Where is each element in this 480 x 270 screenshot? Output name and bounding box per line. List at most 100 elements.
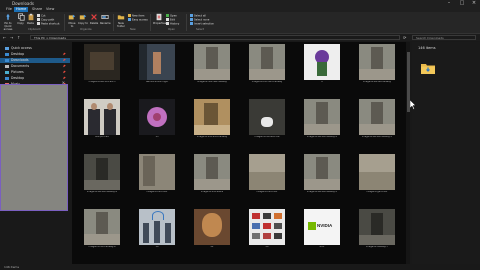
properties-button[interactable]: Properties [153,13,166,25]
up-button[interactable]: ↑ [17,34,20,41]
history-button[interactable]: History [166,22,179,26]
minimize-button[interactable]: – [443,0,455,7]
rename-label: Rename [100,22,111,25]
file-name: suit-portrait [95,136,109,138]
file-tile[interactable]: imagen4-flux-hallway-6 [76,209,128,251]
file-name: 15 [155,136,159,138]
easy-access-button[interactable]: Easy access [128,18,148,22]
overlay-window[interactable]: × [0,80,68,211]
file-thumbnail [84,44,120,80]
file-tile[interactable]: imagen4-flux-stairs [186,154,238,196]
file-tile[interactable]: imagen4-vactus-hallway-4 [76,154,128,196]
vertical-scrollbar[interactable] [406,42,410,268]
ribbon-separator [64,14,65,31]
file-tile[interactable]: 16 [131,209,183,251]
thumbnail-shape [252,223,260,229]
thumbnail-shape [153,113,161,121]
file-tile[interactable]: imagen4-fast-1b1-a1c5 [76,44,128,86]
item-count: 146 items [418,46,436,50]
thumbnail-shape [316,157,328,179]
file-tile[interactable]: suit-portrait [76,99,128,141]
sidebar-item[interactable]: Desktop 📌 [0,52,70,57]
thumbnail-shape [165,223,171,243]
paste-button[interactable]: Paste [26,13,35,25]
copy-path-icon [37,18,40,21]
history-icon [166,22,169,25]
thumbnail-shape [261,47,273,69]
file-tile[interactable]: imagen4-flux-sdxl-cat [241,99,293,141]
close-button[interactable]: × [468,0,480,7]
file-tile[interactable]: imagen4-vactus-hallway [351,44,403,86]
paste-shortcut-button[interactable]: Paste shortcut [37,22,60,26]
file-tile[interactable]: NVIDIA NVP [296,209,348,251]
pin-button[interactable]: Pin to Quick access [2,13,14,31]
ribbon: Pin to Quick access Copy Paste Cut Copy … [0,12,480,34]
close-icon[interactable]: × [62,80,65,85]
thumbnail-shape [96,212,108,234]
sidebar-item[interactable]: Desktop 📌 [0,76,70,81]
paste-shortcut-icon [37,22,40,25]
file-thumbnail [359,209,395,245]
file-thumbnail [304,154,340,190]
file-tile[interactable]: imagen4-gen-floor [351,154,403,196]
invert-selection-button[interactable]: Invert selection [190,22,214,26]
thumbnail-shape [371,213,383,235]
refresh-button[interactable]: ⟳ [403,34,406,41]
file-tile[interactable]: 15 [131,99,183,141]
new-folder-button[interactable]: New folder [116,13,126,28]
file-tile[interactable]: imagen4-flux-sdxl-hallway [186,99,238,141]
thumbnail-shape [139,44,147,80]
paste-label: Paste [26,22,34,25]
nvidia-logo-text: NVIDIA [317,223,333,228]
copy-icon [17,13,25,21]
file-grid: imagen4-fast-1b1-a1c5 fashion-shoot-night… [72,42,410,268]
pin-icon: 📌 [62,71,66,74]
thumbnail-shape [304,124,340,135]
copy-to-icon [79,14,87,20]
file-thumbnail [359,99,395,135]
sidebar-item[interactable]: Pictures 📌 [0,70,70,75]
file-tile[interactable]: imagen4-flux-door [131,154,183,196]
thumbnail-shape [274,223,282,229]
rename-icon [101,15,109,19]
rename-button[interactable]: Rename [100,13,111,25]
sidebar-item[interactable]: Documents 📌 [0,64,70,69]
search-input[interactable]: Search Downloads [412,35,476,40]
delete-button[interactable]: Delete [89,13,99,25]
copy-to-button[interactable]: Copy to [78,13,88,25]
back-button[interactable]: ← [3,34,6,41]
file-tile[interactable]: 20 [241,209,293,251]
maximize-button[interactable]: □ [456,0,468,7]
thumbnail-shape [104,109,116,135]
thumbnail-shape [317,62,327,76]
sidebar-item-label: Quick access [11,46,32,50]
sidebar-item[interactable]: Downloads 📌 [0,58,70,63]
address-bar[interactable]: This PC > Downloads [30,35,400,40]
forward-button[interactable]: → [10,34,13,41]
move-to-button[interactable]: Move to [67,13,77,28]
file-tile[interactable]: imagen4-vactus-hallway-3 [351,99,403,141]
thumbnail-shape [194,179,230,190]
thumbnail-shape [154,221,160,243]
file-name: imagen4-hallway-7 [366,246,388,248]
file-tile[interactable]: imagen4-vactus-hallway-2 [296,99,348,141]
file-tile[interactable]: 22 [186,209,238,251]
sidebar-item[interactable]: Quick access [0,46,70,51]
file-tile[interactable]: imagen4-flux-dev-hallway [186,44,238,86]
file-name: NVP [319,246,325,248]
file-tile[interactable]: imagen4-hallway-7 [351,209,403,251]
group-open: Open [168,28,175,31]
thumbnail-shape [206,157,218,179]
file-tile[interactable]: 8 [296,44,348,86]
copy-button[interactable]: Copy [16,13,25,25]
mouse-cursor-icon [410,100,416,110]
pin-label: Pin to Quick access [3,22,13,31]
copy-label: Copy [17,22,24,25]
file-tile[interactable]: imagen4-vactus-hallway-5 [296,154,348,196]
file-tile[interactable]: imagen4-flux-cam-hallway [241,44,293,86]
pin-icon: 📌 [62,53,66,56]
file-thumbnail [84,209,120,245]
file-tile[interactable]: imagen4-flux-floor [241,154,293,196]
file-thumbnail [194,99,230,135]
file-tile[interactable]: fashion-shoot-night [131,44,183,86]
